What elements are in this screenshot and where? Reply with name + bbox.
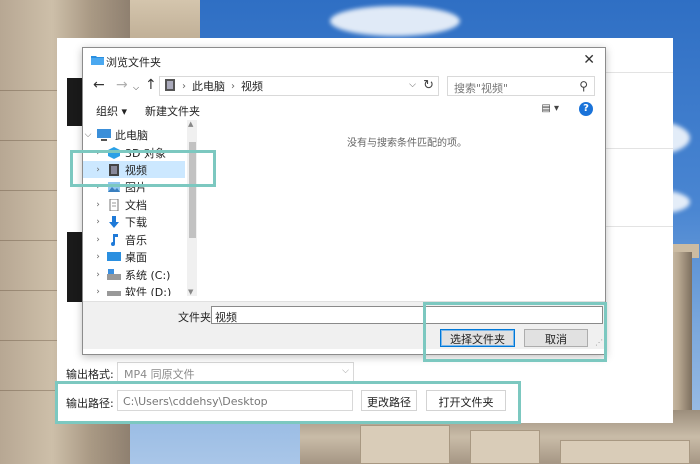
chevron-down-icon[interactable]: ⌵ <box>409 80 416 90</box>
forward-arrow-icon[interactable]: → <box>116 78 128 92</box>
folder-label: 文件夹: <box>178 311 215 324</box>
output-format-row: 输出格式: <box>66 366 116 382</box>
chevron-right-icon: › <box>96 269 100 280</box>
download-icon <box>107 215 121 228</box>
organize-menu[interactable]: 组织 ▾ <box>96 103 127 119</box>
tree-item-label: 下载 <box>125 215 147 229</box>
chevron-right-icon: › <box>96 216 100 227</box>
tree-item-label: 文档 <box>125 198 147 212</box>
scroll-down-icon[interactable]: ▼ <box>188 288 193 296</box>
output-format-select[interactable]: MP4 同原文件 ⌵ <box>117 362 354 382</box>
tree-item-drive-d[interactable]: › 软件 (D:) <box>83 283 185 296</box>
tree-item-label: 软件 (D:) <box>125 285 172 297</box>
help-icon[interactable]: ? <box>579 102 593 116</box>
dialog-toolbar: 组织 ▾ 新建文件夹 ▤ ▾ ? <box>83 100 605 120</box>
drive-icon <box>107 268 121 281</box>
output-format-value: MP4 同原文件 <box>124 368 195 381</box>
tree-item-label: 系统 (C:) <box>125 268 171 282</box>
search-input[interactable]: 搜索"视频" ⚲ <box>447 76 595 96</box>
video-thumbnail <box>67 232 83 302</box>
computer-icon <box>164 78 176 94</box>
new-folder-button[interactable]: 新建文件夹 <box>145 103 200 119</box>
tree-item-music[interactable]: › 音乐 <box>83 231 185 248</box>
computer-icon <box>97 128 111 141</box>
music-icon <box>107 233 121 246</box>
tree-item-this-pc[interactable]: ⌵ 此电脑 <box>83 126 185 143</box>
highlight-box-output-path <box>55 381 521 424</box>
dialog-titlebar: 浏览文件夹 ✕ <box>83 48 605 74</box>
search-icon: ⚲ <box>579 79 588 93</box>
search-placeholder: 搜索"视频" <box>454 82 509 95</box>
highlight-box-videos <box>70 150 216 187</box>
tree-item-label: 音乐 <box>125 233 147 247</box>
tree-item-desktop[interactable]: › 桌面 <box>83 248 185 265</box>
chevron-right-icon: › <box>96 234 100 245</box>
document-icon <box>107 198 121 211</box>
chevron-right-icon: › <box>96 251 100 262</box>
view-options-icon[interactable]: ▤ ▾ <box>541 103 559 114</box>
divider <box>606 226 673 227</box>
tree-item-label: 桌面 <box>125 250 147 264</box>
drive-icon <box>107 286 121 296</box>
empty-results-message: 没有与搜索条件匹配的项。 <box>347 138 467 149</box>
divider <box>606 148 673 149</box>
up-arrow-icon[interactable]: ↑ <box>145 78 157 92</box>
tree-item-documents[interactable]: › 文档 <box>83 196 185 213</box>
breadcrumb-item[interactable]: 视频 <box>241 78 263 94</box>
scroll-up-icon[interactable]: ▲ <box>188 120 193 128</box>
tree-item-drive-c[interactable]: › 系统 (C:) <box>83 266 185 283</box>
breadcrumb-separator-icon: › <box>182 80 186 92</box>
dialog-title: 浏览文件夹 <box>106 56 161 69</box>
tree-item-downloads[interactable]: › 下载 <box>83 213 185 230</box>
folder-icon <box>91 54 104 68</box>
close-icon[interactable]: ✕ <box>583 52 595 68</box>
breadcrumb-separator-icon: › <box>231 80 235 92</box>
chevron-down-icon[interactable]: ⌵ <box>133 81 139 95</box>
tree-item-label: 此电脑 <box>115 128 148 142</box>
refresh-icon[interactable]: ↻ <box>423 78 434 93</box>
chevron-down-icon: ⌵ <box>342 366 349 376</box>
folder-tree: ⌵ 此电脑 › 3D 对象 › 视频 › 图片 › 文档 › 下载 › 音乐 ›… <box>83 120 197 296</box>
output-format-label: 输出格式: <box>66 368 114 381</box>
chevron-down-icon: ⌵ <box>84 129 92 140</box>
chevron-right-icon: › <box>96 199 100 210</box>
tree-scrollbar[interactable]: ▲ ▼ <box>187 120 197 296</box>
video-thumbnail <box>67 78 83 126</box>
address-bar[interactable]: › 此电脑 › 视频 ⌵ ↻ <box>159 76 439 96</box>
navigation-bar: ← → ⌵ ↑ › 此电脑 › 视频 ⌵ ↻ 搜索"视频" ⚲ <box>83 74 605 100</box>
chevron-right-icon: › <box>96 286 100 297</box>
divider <box>606 72 673 73</box>
desktop-icon <box>107 251 121 263</box>
highlight-box-dialog-buttons <box>423 302 607 362</box>
breadcrumb-item[interactable]: 此电脑 <box>192 78 225 94</box>
back-arrow-icon[interactable]: ← <box>93 78 105 92</box>
